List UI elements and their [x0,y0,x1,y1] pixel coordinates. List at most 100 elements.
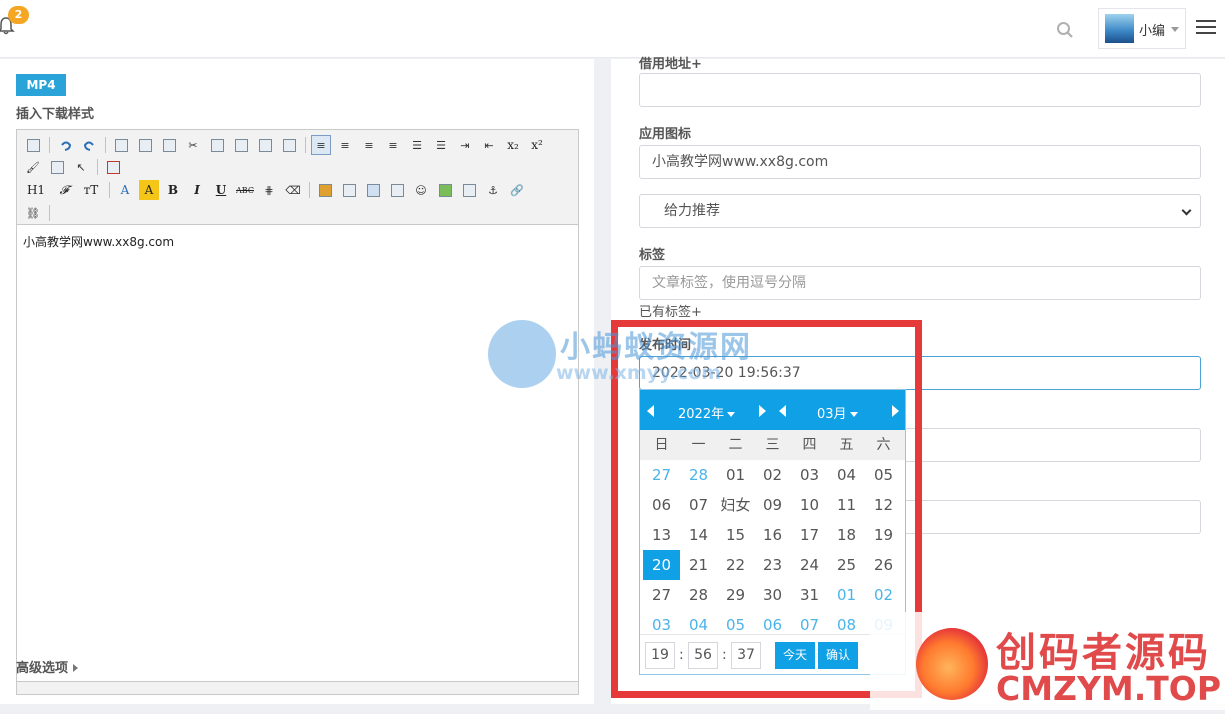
calendar-day[interactable]: 09 [754,490,791,520]
calendar-day[interactable]: 22 [717,550,754,580]
calendar-day[interactable]: 01 [717,460,754,490]
tags-input[interactable]: 文章标签，使用逗号分隔 [639,266,1201,300]
partial-url-input[interactable] [639,73,1201,107]
calendar-day[interactable]: 04 [828,460,865,490]
second-input[interactable]: 37 [731,642,761,669]
preview-icon[interactable] [111,135,131,155]
calendar-day[interactable]: 31 [791,580,828,610]
calendar-day[interactable]: 12 [865,490,902,520]
page-break-icon[interactable] [459,180,479,200]
emoticon-icon[interactable]: ☺ [411,180,431,200]
calendar-day[interactable]: 11 [828,490,865,520]
next-month-icon[interactable] [892,405,899,417]
image-insert-icon[interactable] [315,180,335,200]
cut-icon[interactable]: ✂ [183,135,203,155]
calendar-day[interactable]: 17 [791,520,828,550]
clear-format-icon[interactable] [47,157,67,177]
calendar-day[interactable]: 10 [791,490,828,520]
calendar-day[interactable]: 29 [717,580,754,610]
undo-icon[interactable] [55,135,75,155]
calendar-day[interactable]: 妇女 [717,490,754,520]
calendar-day[interactable]: 16 [754,520,791,550]
font-family-dropdown[interactable]: 𝓕 [53,180,75,200]
italic-button[interactable]: I [187,180,207,200]
month-select[interactable]: 03月 [817,403,858,422]
prev-month-icon[interactable] [779,405,786,417]
calendar-day[interactable]: 23 [754,550,791,580]
today-button[interactable]: 今天 [775,642,815,669]
user-menu[interactable]: 小编 [1098,8,1186,49]
calendar-day[interactable]: 06 [643,490,680,520]
minute-input[interactable]: 56 [688,642,718,669]
background-color-dropdown[interactable]: A [139,180,159,200]
horizontal-rule-icon[interactable] [387,180,407,200]
recommend-select[interactable]: 给力推荐 [639,194,1201,228]
calendar-day[interactable]: 02 [865,580,902,610]
prev-year-icon[interactable] [647,405,654,417]
copy-icon[interactable] [207,135,227,155]
justify-icon[interactable]: ≡ [383,135,403,155]
indent-icon[interactable]: ⇥ [455,135,475,155]
editor-resize-handle[interactable] [17,681,578,694]
unordered-list-icon[interactable]: ☰ [431,135,451,155]
align-left-icon[interactable]: ≡ [311,135,331,155]
app-icon-input[interactable]: 小高教学网www.xx8g.com [639,145,1201,179]
code-icon[interactable] [159,135,179,155]
calendar-day[interactable]: 03 [791,460,828,490]
search-icon[interactable] [1056,21,1074,39]
heading-dropdown[interactable]: H1 [23,180,49,200]
calendar-day[interactable]: 21 [680,550,717,580]
hour-input[interactable]: 19 [645,642,675,669]
paste-word-icon[interactable] [279,135,299,155]
calendar-day[interactable]: 27 [643,460,680,490]
calendar-day[interactable]: 05 [865,460,902,490]
calendar-day[interactable]: 30 [754,580,791,610]
calendar-day[interactable]: 28 [680,580,717,610]
outdent-icon[interactable]: ⇤ [479,135,499,155]
calendar-day[interactable]: 07 [680,490,717,520]
calendar-day[interactable]: 18 [828,520,865,550]
bold-button[interactable]: B [163,180,183,200]
eraser-icon[interactable]: ⌫ [283,180,303,200]
table-grid-icon[interactable]: ⋕ [259,180,279,200]
calendar-day[interactable]: 01 [828,580,865,610]
format-brush-icon[interactable]: 🖌 [23,157,43,177]
flash-icon[interactable] [339,180,359,200]
font-color-dropdown[interactable]: A [115,180,135,200]
mp4-tag[interactable]: MP4 [16,74,66,96]
hamburger-menu-icon[interactable] [1196,20,1216,36]
underline-button[interactable]: U [211,180,231,200]
paste-text-icon[interactable] [255,135,275,155]
template-icon[interactable] [135,135,155,155]
font-size-dropdown[interactable]: тT [79,180,103,200]
editor-content[interactable]: 小高教学网www.xx8g.com [17,225,578,258]
select-all-icon[interactable]: ↖ [71,157,91,177]
calendar-day[interactable]: 28 [680,460,717,490]
next-year-icon[interactable] [759,405,766,417]
calendar-day[interactable]: 19 [865,520,902,550]
fullscreen-icon[interactable] [103,157,123,177]
align-right-icon[interactable]: ≡ [359,135,379,155]
picture-icon[interactable] [435,180,455,200]
calendar-day[interactable]: 14 [680,520,717,550]
source-icon[interactable] [23,135,43,155]
calendar-day[interactable]: 02 [754,460,791,490]
redo-icon[interactable] [79,135,99,155]
paste-icon[interactable] [231,135,251,155]
calendar-day[interactable]: 13 [643,520,680,550]
year-select[interactable]: 2022年 [678,403,736,422]
subscript-icon[interactable]: x₂ [503,135,523,155]
table-icon[interactable] [363,180,383,200]
calendar-day[interactable]: 24 [791,550,828,580]
anchor-icon[interactable]: ⚓ [483,180,503,200]
confirm-button[interactable]: 确认 [818,642,858,669]
advanced-options-toggle[interactable]: 高级选项 [16,657,79,676]
strikethrough-button[interactable]: ABC [235,180,255,200]
calendar-day[interactable]: 15 [717,520,754,550]
superscript-icon[interactable]: x² [527,135,547,155]
ordered-list-icon[interactable]: ☰ [407,135,427,155]
unlink-icon[interactable]: ⛓ [23,203,43,223]
calendar-day[interactable]: 26 [865,550,902,580]
calendar-day[interactable]: 20 [643,550,680,580]
calendar-day[interactable]: 27 [643,580,680,610]
